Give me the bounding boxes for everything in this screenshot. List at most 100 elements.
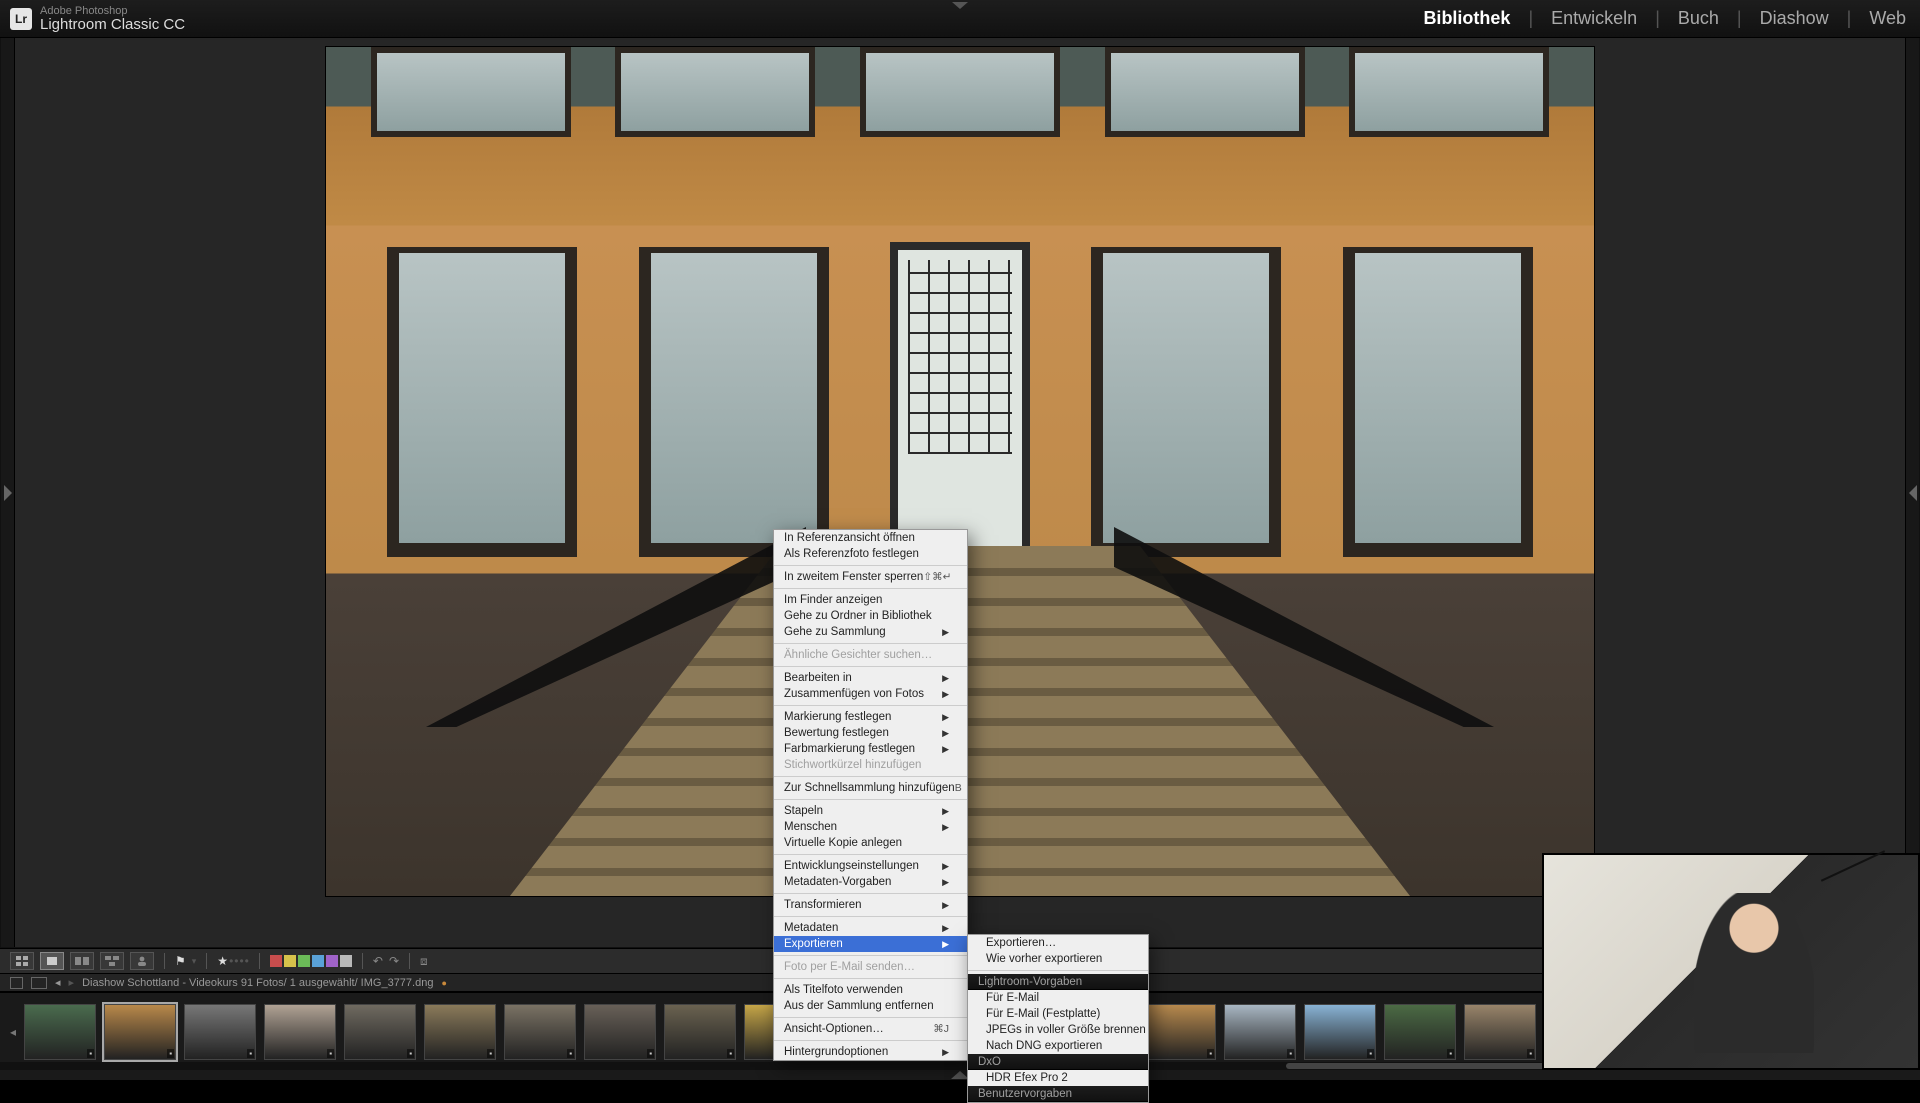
breadcrumb-path[interactable]: Diashow Schottland - Videokurs 91 Fotos/… xyxy=(82,977,433,989)
filmstrip-prev-icon[interactable]: ◂ xyxy=(10,1002,16,1062)
menu-item[interactable]: Zusammenfügen von Fotos▶ xyxy=(774,686,967,702)
submenu-item[interactable]: Für E-Mail xyxy=(968,990,1148,1006)
menu-item[interactable]: Im Finder anzeigen xyxy=(774,592,967,608)
people-view-button[interactable] xyxy=(130,952,154,970)
color-label-4[interactable] xyxy=(326,955,338,967)
submenu-item[interactable]: HDR Efex Pro 2 xyxy=(968,1070,1148,1086)
menu-item[interactable]: Metadaten-Vorgaben▶ xyxy=(774,874,967,890)
thumbnail[interactable]: ▪ xyxy=(504,1004,576,1060)
menu-item[interactable]: Als Referenzfoto festlegen xyxy=(774,546,967,562)
submenu-section-header: Benutzervorgaben xyxy=(968,1086,1148,1102)
brand-main: Lightroom Classic CC xyxy=(40,17,185,32)
thumbnail[interactable]: ▪ xyxy=(184,1004,256,1060)
thumbnail[interactable]: ▪ xyxy=(584,1004,656,1060)
star-4[interactable]: • xyxy=(239,954,243,968)
menu-item[interactable]: Aus der Sammlung entfernen xyxy=(774,998,967,1014)
star-5[interactable]: • xyxy=(245,954,249,968)
module-tab-bibliothek[interactable]: Bibliothek xyxy=(1423,8,1510,29)
menu-item[interactable]: Transformieren▶ xyxy=(774,897,967,913)
color-label-5[interactable] xyxy=(340,955,352,967)
chevron-left-icon xyxy=(1909,485,1917,501)
module-tab-buch[interactable]: Buch xyxy=(1678,8,1719,29)
chevron-right-icon xyxy=(4,485,12,501)
grid-view-button[interactable] xyxy=(10,952,34,970)
loupe-view-button[interactable] xyxy=(40,952,64,970)
thumbnail[interactable]: ▪ xyxy=(664,1004,736,1060)
menu-item[interactable]: Stapeln▶ xyxy=(774,803,967,819)
crop-frame-icon[interactable]: ⧈ xyxy=(420,954,428,969)
menu-item[interactable]: Bewertung festlegen▶ xyxy=(774,725,967,741)
header-collapse-arrow-icon[interactable] xyxy=(952,2,968,9)
menu-item: Stichwortkürzel hinzufügen xyxy=(774,757,967,773)
module-switcher: Bibliothek|Entwickeln|Buch|Diashow|Web xyxy=(1423,0,1906,37)
menu-item[interactable]: Hintergrundoptionen▶ xyxy=(774,1044,967,1060)
thumbnail[interactable]: ▪ xyxy=(344,1004,416,1060)
star-1[interactable]: ★ xyxy=(217,954,228,968)
thumbnail[interactable]: ▪ xyxy=(104,1004,176,1060)
menu-item[interactable]: Farbmarkierung festlegen▶ xyxy=(774,741,967,757)
star-2[interactable]: • xyxy=(229,954,233,968)
menu-item[interactable]: Exportieren▶ xyxy=(774,936,967,952)
menu-item[interactable]: Virtuelle Kopie anlegen xyxy=(774,835,967,851)
secondary-window-button[interactable] xyxy=(10,977,23,989)
rating-stars[interactable]: ★•••• xyxy=(217,954,249,968)
brand-small: Adobe Photoshop xyxy=(40,5,127,17)
compare-view-button[interactable] xyxy=(70,952,94,970)
menu-item[interactable]: Zur Schnellsammlung hinzufügenB xyxy=(774,780,967,796)
app-header: Lr Adobe Photoshop Lightroom Classic CC … xyxy=(0,0,1920,38)
crumb-back-icon[interactable]: ◂ xyxy=(55,976,61,989)
thumbnail[interactable]: ▪ xyxy=(24,1004,96,1060)
breadcrumb-edit-marker-icon: ● xyxy=(441,978,446,988)
menu-item[interactable]: Markierung festlegen▶ xyxy=(774,709,967,725)
rotate-ccw-icon[interactable]: ↶ xyxy=(373,954,383,968)
flag-pick-icon[interactable]: ⚑ xyxy=(175,954,186,968)
export-submenu[interactable]: Exportieren…Wie vorher exportieren Lightr… xyxy=(967,934,1149,1103)
survey-view-button[interactable] xyxy=(100,952,124,970)
submenu-item[interactable]: JPEGs in voller Größe brennen xyxy=(968,1022,1148,1038)
webcam-overlay xyxy=(1542,853,1920,1070)
color-label-row xyxy=(270,955,352,967)
menu-item[interactable]: Gehe zu Ordner in Bibliothek xyxy=(774,608,967,624)
left-panel-toggle[interactable] xyxy=(1,38,15,947)
color-label-0[interactable] xyxy=(270,955,282,967)
thumbnail[interactable]: ▪ xyxy=(1224,1004,1296,1060)
thumbnail[interactable]: ▪ xyxy=(1304,1004,1376,1060)
star-3[interactable]: • xyxy=(234,954,238,968)
thumbnail[interactable]: ▪ xyxy=(1464,1004,1536,1060)
submenu-item[interactable]: Exportieren… xyxy=(968,935,1148,951)
app-logo: Lr xyxy=(10,8,32,30)
menu-item[interactable]: Ansicht-Optionen…⌘J xyxy=(774,1021,967,1037)
menu-item: Foto per E-Mail senden… xyxy=(774,959,967,975)
thumbnail[interactable]: ▪ xyxy=(264,1004,336,1060)
menu-item[interactable]: Gehe zu Sammlung▶ xyxy=(774,624,967,640)
submenu-item[interactable]: Nach DNG exportieren xyxy=(968,1038,1148,1054)
menu-item: Ähnliche Gesichter suchen… xyxy=(774,647,967,663)
right-panel-toggle[interactable] xyxy=(1905,38,1919,947)
menu-item[interactable]: In zweitem Fenster sperren⇧⌘↵ xyxy=(774,569,967,585)
module-tab-web[interactable]: Web xyxy=(1869,8,1906,29)
rotate-cw-icon[interactable]: ↷ xyxy=(389,954,399,968)
color-label-2[interactable] xyxy=(298,955,310,967)
submenu-section-header: Lightroom-Vorgaben xyxy=(968,974,1148,990)
menu-item[interactable]: In Referenzansicht öffnen xyxy=(774,530,967,546)
submenu-item[interactable]: Wie vorher exportieren xyxy=(968,951,1148,967)
menu-item[interactable]: Entwicklungseinstellungen▶ xyxy=(774,858,967,874)
color-label-3[interactable] xyxy=(312,955,324,967)
module-tab-entwickeln[interactable]: Entwickeln xyxy=(1551,8,1637,29)
bottom-panel-toggle[interactable] xyxy=(0,1070,1920,1080)
thumbnail[interactable]: ▪ xyxy=(1384,1004,1456,1060)
thumbnail[interactable]: ▪ xyxy=(424,1004,496,1060)
menu-item[interactable]: Als Titelfoto verwenden xyxy=(774,982,967,998)
crumb-fwd-icon[interactable]: ▸ xyxy=(69,976,75,989)
menu-item[interactable]: Menschen▶ xyxy=(774,819,967,835)
context-menu[interactable]: In Referenzansicht öffnenAls Referenzfot… xyxy=(773,529,968,1061)
menu-item[interactable]: Bearbeiten in▶ xyxy=(774,670,967,686)
color-label-1[interactable] xyxy=(284,955,296,967)
submenu-section-header: DxO xyxy=(968,1054,1148,1070)
secondary-window-grid-button[interactable] xyxy=(31,977,47,989)
submenu-item[interactable]: Für E-Mail (Festplatte) xyxy=(968,1006,1148,1022)
image-viewport: In Referenzansicht öffnenAls Referenzfot… xyxy=(0,38,1920,948)
thumbnail[interactable]: ▪ xyxy=(1144,1004,1216,1060)
module-tab-diashow[interactable]: Diashow xyxy=(1760,8,1829,29)
menu-item[interactable]: Metadaten▶ xyxy=(774,920,967,936)
